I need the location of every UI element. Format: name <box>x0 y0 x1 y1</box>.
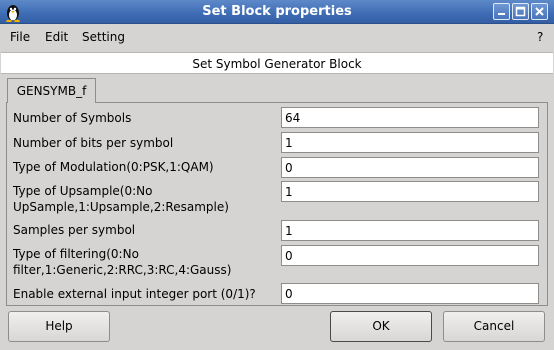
ok-button[interactable]: OK <box>330 311 432 342</box>
menu-bar: File Edit Setting ? <box>0 24 554 50</box>
label-upsample-type-line2: UpSample,1:Upsample,2:Resample) <box>13 200 229 214</box>
label-modulation-type: Type of Modulation(0:PSK,1:QAM) <box>13 160 214 174</box>
label-filtering-type-line2: filter,1:Generic,2:RRC,3:RC,4:Gauss) <box>13 263 232 277</box>
help-button[interactable]: Help <box>8 311 110 342</box>
menu-help[interactable]: ? <box>537 30 543 44</box>
label-bits-per-symbol: Number of bits per symbol <box>13 136 174 150</box>
cancel-button[interactable]: Cancel <box>443 311 545 342</box>
bits-per-symbol-field[interactable] <box>281 132 539 153</box>
number-of-symbols-field[interactable] <box>281 107 539 128</box>
upsample-type-field[interactable] <box>281 181 539 202</box>
menu-setting[interactable]: Setting <box>82 30 125 44</box>
window-title: Set Block properties <box>202 4 352 19</box>
menu-file[interactable]: File <box>10 30 30 44</box>
modulation-type-field[interactable] <box>281 157 539 178</box>
external-input-port-field[interactable] <box>281 283 539 304</box>
dialog-header: Set Symbol Generator Block <box>1 52 553 74</box>
label-external-input-port: Enable external input integer port (0/1)… <box>13 287 256 301</box>
samples-per-symbol-field[interactable] <box>281 220 539 241</box>
title-bar[interactable]: Set Block properties <box>0 0 554 24</box>
filtering-type-field[interactable] <box>281 245 539 266</box>
label-number-of-symbols: Number of Symbols <box>13 111 132 125</box>
close-icon[interactable] <box>531 3 548 20</box>
tab-gensymb[interactable]: GENSYMB_f <box>7 78 96 103</box>
minimize-icon[interactable] <box>493 3 510 20</box>
menu-edit[interactable]: Edit <box>45 30 68 44</box>
maximize-icon[interactable] <box>512 3 529 20</box>
label-samples-per-symbol: Samples per symbol <box>13 223 136 237</box>
label-upsample-type-line1: Type of Upsample(0:No <box>13 184 153 198</box>
label-filtering-type-line1: Type of filtering(0:No <box>13 247 139 261</box>
